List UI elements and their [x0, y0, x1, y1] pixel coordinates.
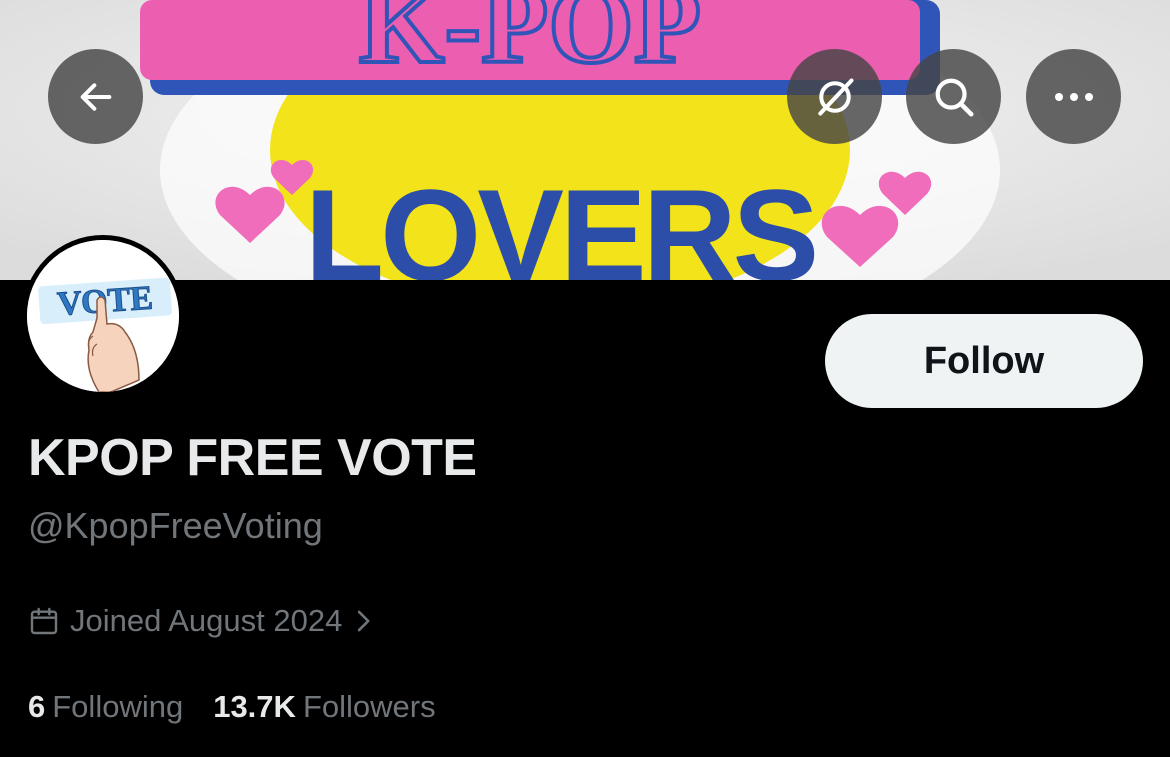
following-label: Following — [52, 689, 184, 724]
followers-count: 13.7K — [213, 689, 296, 724]
back-button[interactable] — [48, 49, 143, 144]
banner-image: K-POP LOVERS — [0, 0, 1170, 280]
calendar-icon — [28, 605, 60, 637]
profile-banner[interactable]: K-POP LOVERS — [0, 0, 1170, 280]
grok-button[interactable] — [787, 49, 882, 144]
joined-date-text: Joined August 2024 — [70, 603, 343, 638]
search-icon — [935, 78, 974, 117]
profile-display-name: KPOP FREE VOTE — [28, 429, 477, 487]
more-options-button[interactable] — [1026, 49, 1121, 144]
banner-title-bottom: LOVERS — [305, 162, 816, 280]
search-button[interactable] — [906, 49, 1001, 144]
follow-button[interactable]: Follow — [825, 314, 1143, 408]
arrow-left-icon — [80, 82, 111, 111]
joined-date-row[interactable]: Joined August 2024 — [28, 603, 372, 639]
followers-link[interactable]: 13.7K Followers — [213, 689, 435, 725]
followers-label: Followers — [302, 689, 436, 724]
chevron-right-icon — [354, 608, 372, 634]
avatar-image: VOTE — [27, 240, 179, 392]
more-dots-icon — [1054, 92, 1093, 101]
avatar[interactable]: VOTE — [22, 235, 184, 397]
follow-stats: 6 Following 13.7K Followers — [28, 689, 436, 725]
profile-handle: @KpopFreeVoting — [28, 505, 323, 546]
banner-title-top: K-POP — [359, 0, 701, 86]
following-count: 6 — [28, 689, 46, 724]
following-link[interactable]: 6 Following — [28, 689, 183, 725]
grok-icon — [817, 77, 854, 116]
